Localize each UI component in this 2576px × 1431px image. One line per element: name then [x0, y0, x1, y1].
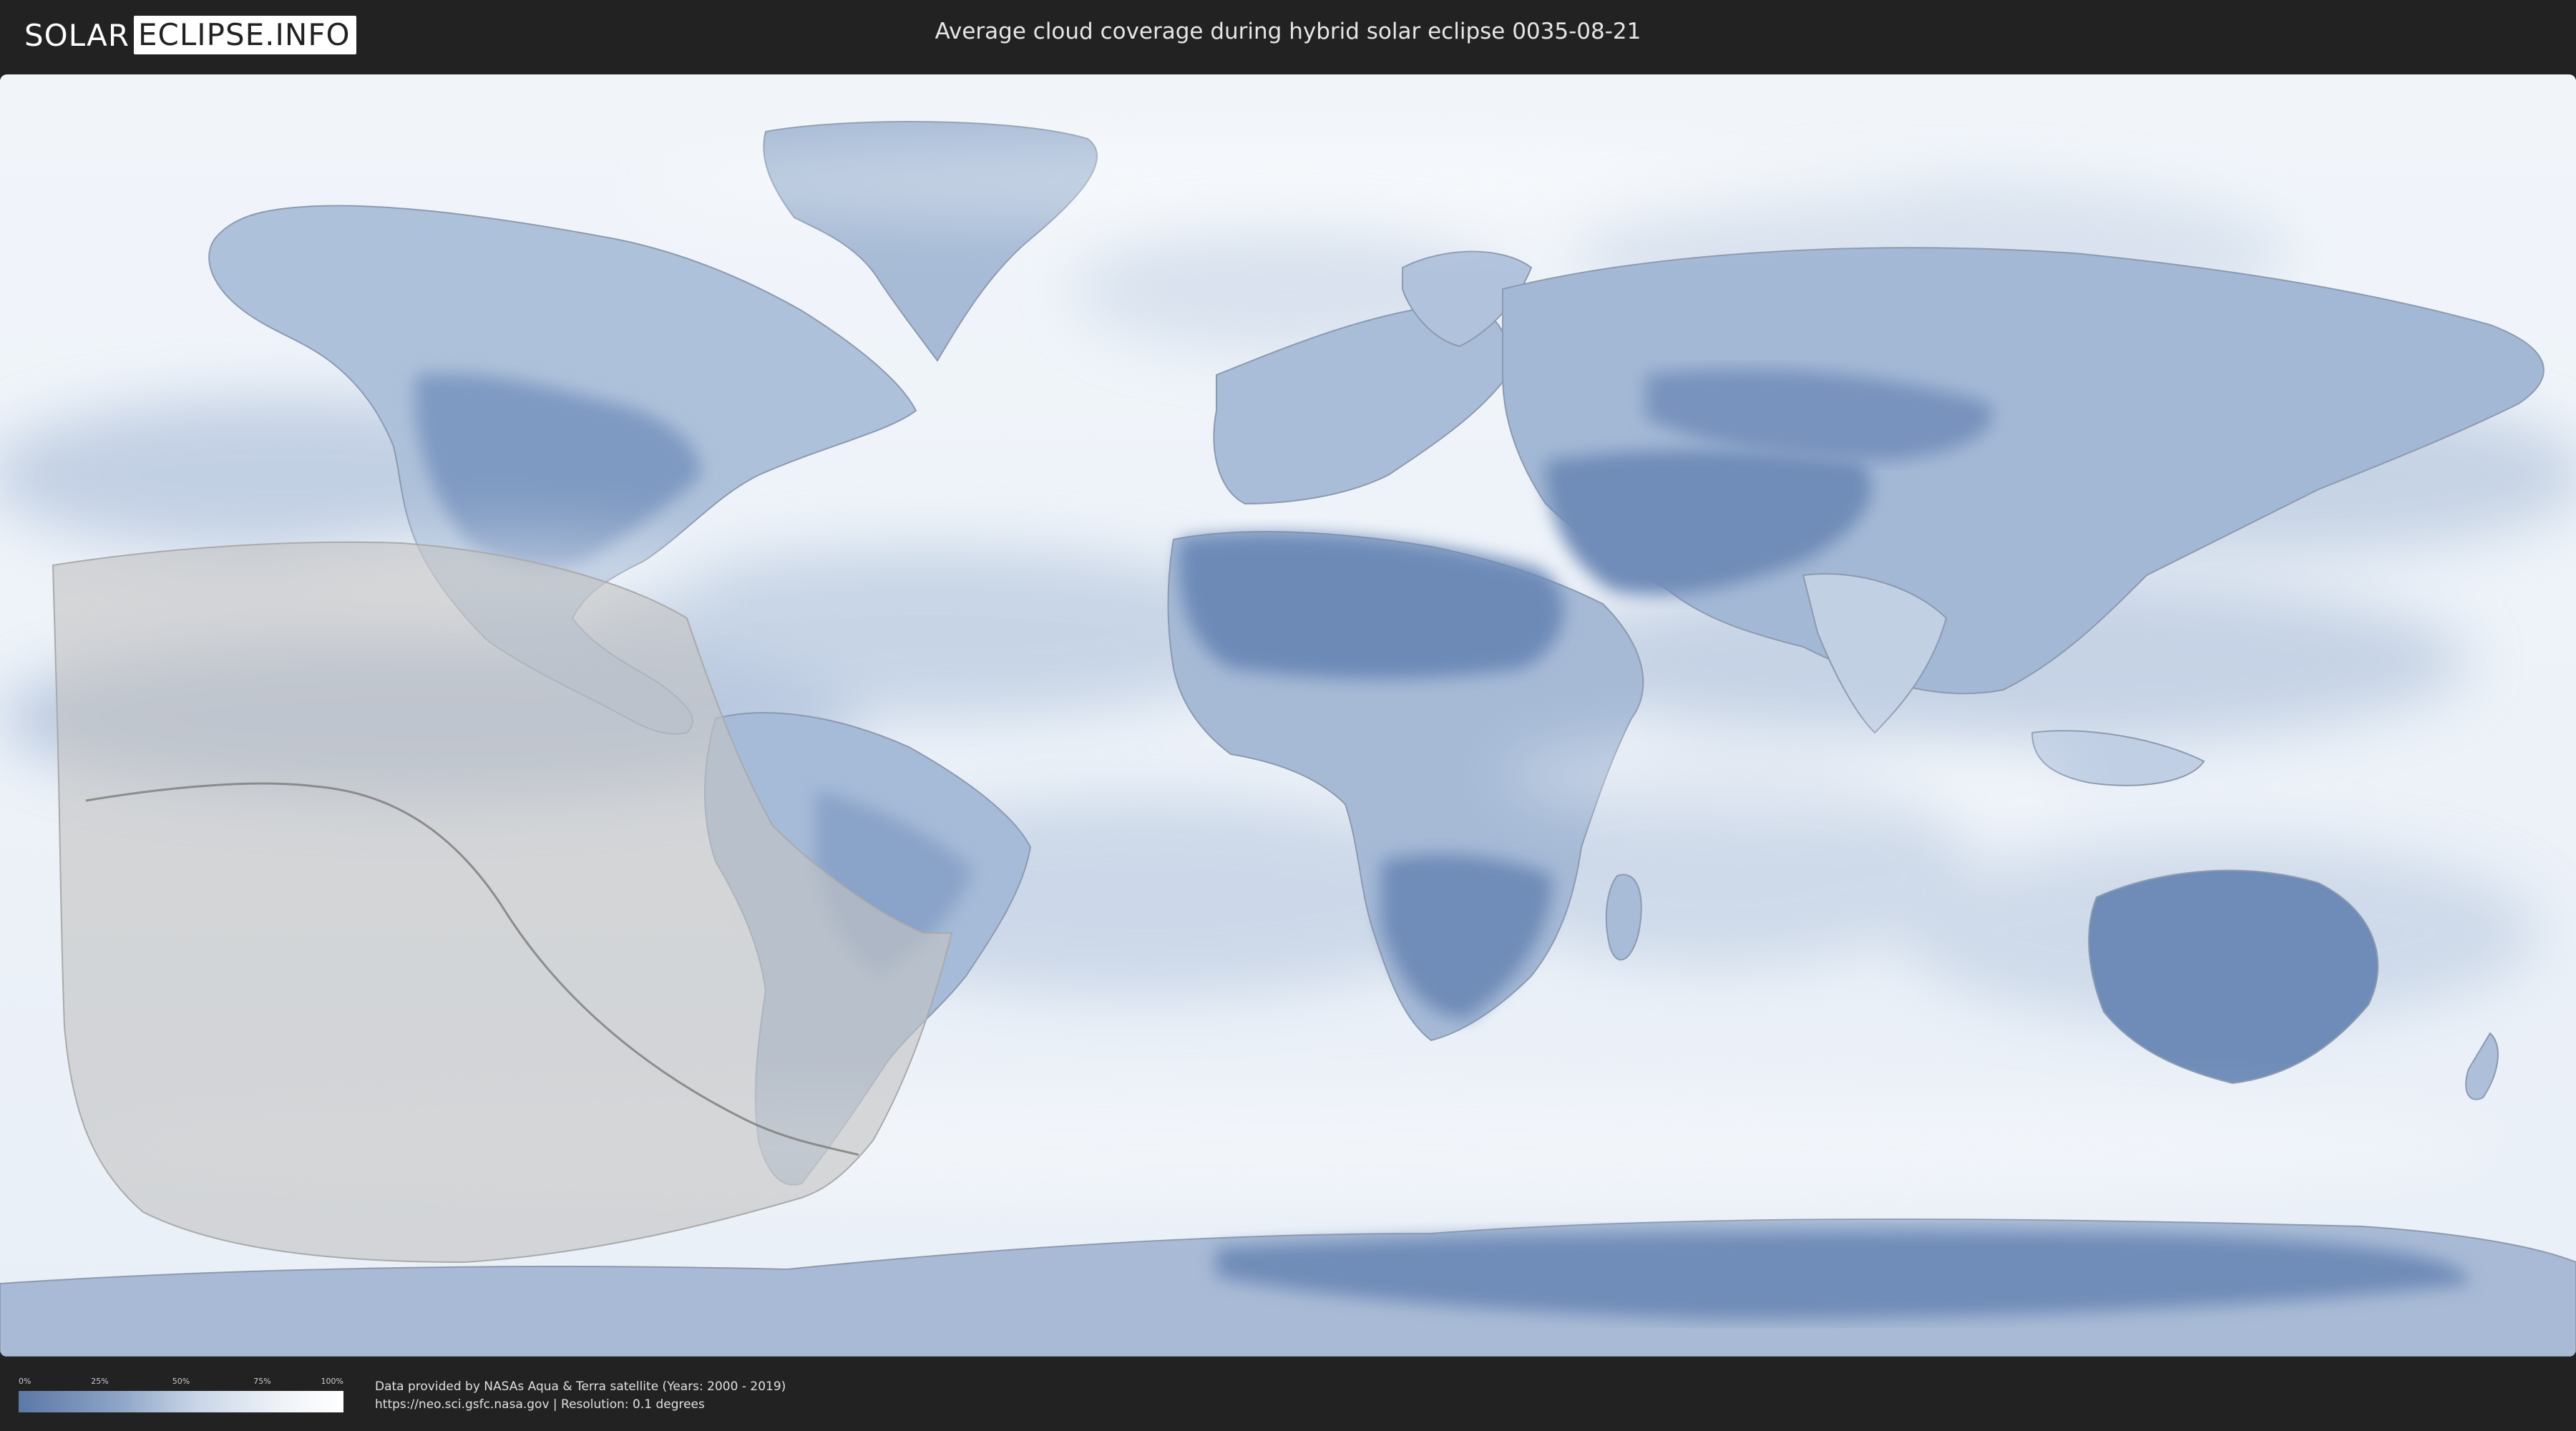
- cloud-coverage-map: [0, 74, 2576, 1357]
- header-bar: SOLAR ECLIPSE.INFO Average cloud coverag…: [0, 0, 2576, 72]
- world-map-graphic: [0, 74, 2576, 1357]
- legend-tick-75: 75%: [253, 1377, 271, 1386]
- legend-scale-labels: 0% 25% 50% 75% 100%: [19, 1377, 343, 1388]
- data-resolution-line: https://neo.sci.gsfc.nasa.gov | Resoluti…: [375, 1397, 705, 1412]
- legend-tick-0: 0%: [19, 1377, 31, 1386]
- cloud-coverage-legend-bar: [19, 1391, 343, 1412]
- page-title: Average cloud coverage during hybrid sol…: [935, 19, 1641, 44]
- legend-tick-100: 100%: [321, 1377, 343, 1386]
- data-source-info: Data provided by NASAs Aqua & Terra sate…: [375, 1378, 786, 1414]
- legend-tick-25: 25%: [91, 1377, 109, 1386]
- legend-tick-50: 50%: [172, 1377, 190, 1386]
- data-source-line: Data provided by NASAs Aqua & Terra sate…: [375, 1379, 786, 1394]
